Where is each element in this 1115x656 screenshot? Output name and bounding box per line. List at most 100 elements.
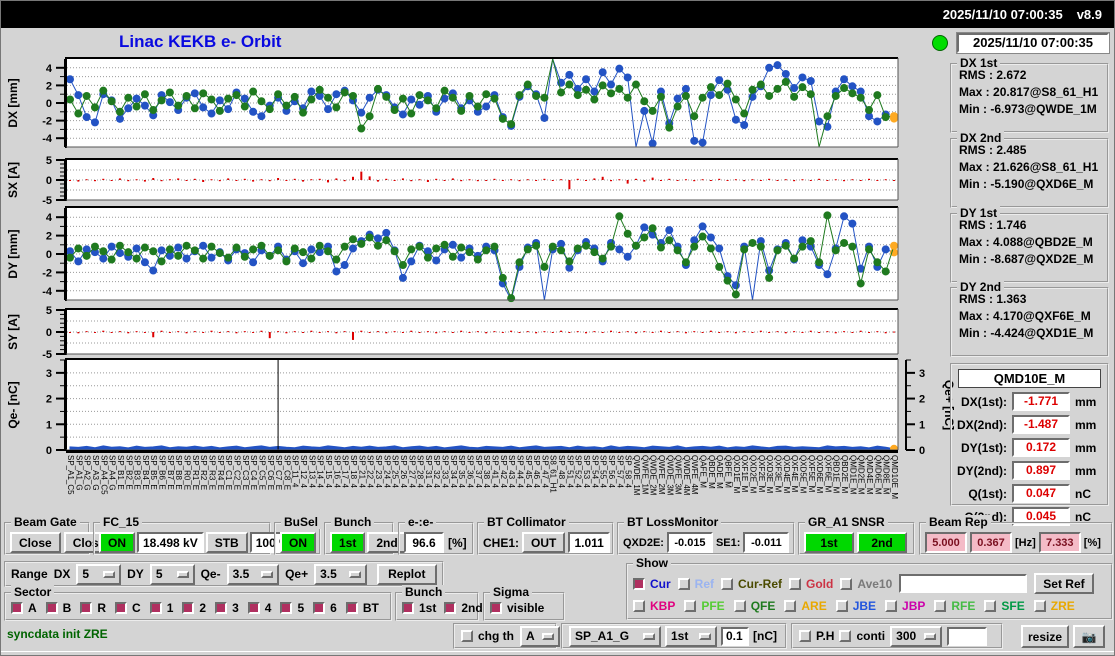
checkbox-icon[interactable]: [839, 630, 852, 642]
gr-a1-2nd-button[interactable]: 2nd: [857, 532, 907, 553]
sp-bunch-dropdown[interactable]: 1st: [665, 625, 717, 647]
sector-checkbox-4[interactable]: 4: [247, 601, 271, 615]
sector-checkbox-2[interactable]: 2: [182, 601, 206, 615]
ph-checkbox[interactable]: P.H: [799, 629, 834, 643]
bpm-label: SP_36_4: [465, 455, 475, 488]
show-group: Show Cur Ref Cur-Ref Gold Ave10 Set Ref …: [626, 556, 1113, 620]
checkbox-icon[interactable]: [11, 602, 23, 614]
dy1st-min: Min : -8.687@QXD2E_M: [959, 252, 1094, 266]
checkbox-icon[interactable]: [984, 600, 997, 612]
chg-th-dropdown[interactable]: A: [520, 625, 560, 647]
status-message: syncdata init ZRE: [7, 627, 108, 641]
sector-checkbox-a[interactable]: A: [11, 601, 37, 615]
checkbox-icon[interactable]: [633, 577, 645, 590]
range-qem-dropdown[interactable]: 3.5: [226, 563, 280, 585]
show-are-checkbox[interactable]: ARE: [784, 599, 827, 613]
sector-checkbox-3[interactable]: 3: [215, 601, 239, 615]
bunch-1st-checkbox[interactable]: 1st: [402, 601, 436, 615]
checkbox-icon[interactable]: [149, 602, 162, 614]
conti-checkbox[interactable]: conti: [839, 629, 885, 643]
checkbox-icon[interactable]: [313, 602, 326, 614]
svg-text:3: 3: [919, 368, 925, 380]
checkbox-icon[interactable]: [721, 577, 734, 590]
checkbox-icon[interactable]: [115, 602, 128, 614]
range-qep-dropdown[interactable]: 3.5: [314, 563, 367, 585]
camera-screenshot-button[interactable]: 📷: [1073, 625, 1105, 648]
show-qfe-checkbox[interactable]: QFE: [733, 599, 775, 613]
sigma-visible-checkbox[interactable]: visible: [490, 601, 544, 615]
sp-name-dropdown[interactable]: SP_A1_G: [569, 625, 661, 647]
sector-checkbox-1[interactable]: 1: [149, 601, 173, 615]
resize-button[interactable]: resize: [1021, 625, 1069, 648]
set-ref-button[interactable]: Set Ref: [1034, 573, 1094, 594]
checkbox-icon[interactable]: [885, 600, 898, 612]
show-zre-checkbox[interactable]: ZRE: [1033, 599, 1075, 613]
show-pfe-checkbox[interactable]: PFE: [684, 599, 725, 613]
show-kbp-checkbox[interactable]: KBP: [633, 599, 675, 613]
sector-checkbox-c[interactable]: C: [115, 601, 141, 615]
checkbox-icon[interactable]: [247, 602, 260, 614]
busel-on-button[interactable]: ON: [280, 532, 316, 553]
checkbox-icon[interactable]: [784, 600, 797, 612]
show-jbe-checkbox[interactable]: JBE: [835, 599, 876, 613]
show-gold-checkbox[interactable]: Gold: [789, 577, 833, 591]
bunch-2nd-checkbox[interactable]: 2nd: [444, 601, 483, 615]
beam-gate-close-button-1[interactable]: Close: [10, 532, 61, 553]
bpm-label: SP_44_4: [515, 455, 525, 488]
show-sfe-checkbox[interactable]: SFE: [984, 599, 1025, 613]
checkbox-icon[interactable]: [1033, 600, 1046, 612]
checkbox-icon[interactable]: [633, 600, 645, 612]
bpm-label: QWDE_4M: [681, 455, 691, 496]
show-rfe-checkbox[interactable]: RFE: [934, 599, 975, 613]
checkbox-icon[interactable]: [934, 600, 947, 612]
checkbox-icon[interactable]: [280, 602, 293, 614]
count-dropdown[interactable]: 300: [890, 625, 943, 647]
checkbox-icon[interactable]: [345, 602, 358, 614]
checkbox-icon[interactable]: [677, 577, 690, 590]
checkbox-icon[interactable]: [840, 577, 853, 590]
checkbox-icon[interactable]: [45, 602, 58, 614]
che1-out-button[interactable]: OUT: [522, 532, 566, 553]
qxd2e-label: QXD2E:: [623, 536, 664, 549]
checkbox-icon[interactable]: [402, 602, 414, 614]
threshold-input[interactable]: [721, 626, 749, 646]
bpm-label: SP_47_4: [540, 455, 550, 488]
checkbox-icon[interactable]: [835, 600, 848, 612]
sector-checkbox-6[interactable]: 6: [313, 601, 337, 615]
show-ref-checkbox[interactable]: Ref: [677, 577, 714, 591]
fc15-stb-button[interactable]: STB: [205, 532, 248, 553]
checkbox-icon[interactable]: [684, 600, 697, 612]
sector-checkbox-5[interactable]: 5: [280, 601, 304, 615]
bunch-1st-button[interactable]: 1st: [330, 532, 366, 553]
fc15-on-button[interactable]: ON: [99, 532, 135, 553]
checkbox-icon[interactable]: [490, 602, 502, 614]
show-jbp-checkbox[interactable]: JBP: [885, 599, 925, 613]
range-dy-dropdown[interactable]: 5: [149, 563, 195, 585]
sector-checkbox-r[interactable]: R: [80, 601, 106, 615]
replot-button[interactable]: Replot: [376, 563, 438, 585]
dy2nd-stats-group: DY 2nd RMS : 1.363 Max : 4.170@QXF6E_M M…: [950, 280, 1109, 357]
checkbox-icon[interactable]: [461, 630, 473, 642]
checkbox-icon[interactable]: [444, 602, 457, 614]
range-dx-dropdown[interactable]: 5: [76, 563, 122, 585]
sector-checkbox-bt[interactable]: BT: [345, 601, 379, 615]
sector-title: Sector: [11, 585, 55, 599]
bpm-label: SP_R4_E: [215, 455, 225, 491]
extra-input[interactable]: [947, 626, 988, 646]
sector-checkbox-b[interactable]: B: [45, 601, 71, 615]
ref-name-input[interactable]: [899, 574, 1028, 593]
chg-th-checkbox[interactable]: chg th: [461, 629, 514, 643]
gr-a1-1st-button[interactable]: 1st: [804, 532, 854, 553]
checkbox-icon[interactable]: [80, 602, 93, 614]
checkbox-icon[interactable]: [733, 600, 746, 612]
show-cur-ref-checkbox[interactable]: Cur-Ref: [721, 577, 782, 591]
show-cur-checkbox[interactable]: Cur: [633, 577, 671, 591]
checkbox-icon[interactable]: [799, 630, 811, 642]
show-ave10-checkbox[interactable]: Ave10: [840, 577, 892, 591]
status-time: 2025/11/10 07:00:35: [956, 32, 1110, 54]
checkbox-icon[interactable]: [215, 602, 228, 614]
bpm-label: SP_16_4: [332, 455, 342, 488]
bpm-label: QBD1E_M: [831, 455, 841, 494]
checkbox-icon[interactable]: [182, 602, 195, 614]
checkbox-icon[interactable]: [789, 577, 802, 590]
